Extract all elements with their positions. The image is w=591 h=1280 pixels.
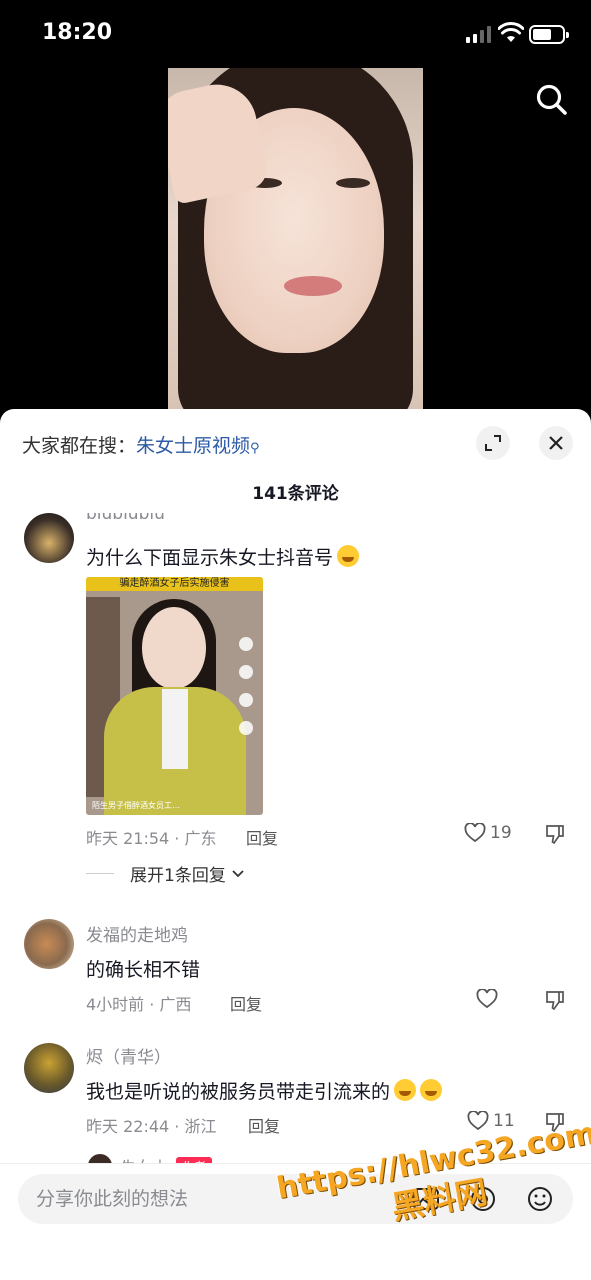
comment-username[interactable]: 烬（青华） xyxy=(86,1043,171,1068)
like-button[interactable]: 19 xyxy=(464,823,512,843)
avatar[interactable] xyxy=(24,513,74,563)
comment-text-body: 为什么下面显示朱女士抖音号 xyxy=(86,547,334,569)
next-comment-peek: 朱女士 作者 xyxy=(88,1154,213,1163)
dislike-icon[interactable] xyxy=(544,989,566,1011)
thumb-anchor-shirt xyxy=(162,689,188,769)
fullscreen-button[interactable] xyxy=(476,426,510,460)
comment-time-location: 昨天 21:54 · 广东 xyxy=(86,829,217,848)
close-button[interactable] xyxy=(539,426,573,460)
heart-icon xyxy=(464,823,486,843)
status-bar: 18:20 xyxy=(0,0,591,68)
like-count: 19 xyxy=(490,823,512,843)
close-icon xyxy=(549,436,563,450)
comment-text: 的确长相不错 xyxy=(86,959,201,981)
video-player[interactable] xyxy=(168,68,423,410)
hot-search-bar[interactable]: 大家都在搜：朱女士原视频⚲ xyxy=(22,431,260,458)
like-button[interactable]: 11 xyxy=(467,1111,515,1131)
comment-text: 为什么下面显示朱女士抖音号 xyxy=(86,543,360,570)
chevron-down-icon xyxy=(232,869,244,877)
comment-username[interactable]: biubiubiu xyxy=(86,513,165,525)
heart-icon xyxy=(467,1111,489,1131)
thumb-banner: 骗走醉酒女子后实施侵害 xyxy=(86,577,263,591)
expand-divider xyxy=(86,873,114,874)
comment-time-location: 4小时前 · 广西 xyxy=(86,995,192,1014)
like-count: 11 xyxy=(493,1111,515,1131)
avatar[interactable] xyxy=(24,919,74,969)
reply-button[interactable]: 回复 xyxy=(230,991,262,1015)
reply-button[interactable]: 回复 xyxy=(246,825,278,849)
like-button[interactable] xyxy=(476,989,498,1009)
status-time: 18:20 xyxy=(42,20,113,45)
expand-replies-button[interactable]: 展开1条回复 xyxy=(86,861,244,886)
battery-icon xyxy=(529,25,569,44)
avatar xyxy=(88,1154,112,1163)
expand-icon xyxy=(485,435,501,451)
laughing-crying-emoji-icon xyxy=(420,1079,443,1101)
comment-image-thumbnail[interactable]: 骗走醉酒女子后实施侵害 陌生男子借醉酒女员工… xyxy=(86,577,263,815)
comment-username: 朱女士 xyxy=(120,1154,168,1163)
hot-search-prefix: 大家都在搜： xyxy=(22,435,137,457)
search-icon[interactable] xyxy=(532,80,572,120)
expand-replies-label: 展开1条回复 xyxy=(130,866,226,886)
thumb-side-icons xyxy=(239,637,253,735)
comment-text-body: 我也是听说的被服务员带走引流来的 xyxy=(86,1081,391,1103)
cellular-signal-icon xyxy=(466,26,491,43)
reply-button[interactable]: 回复 xyxy=(248,1113,280,1137)
thumb-anchor-face xyxy=(142,607,206,689)
dislike-icon[interactable] xyxy=(544,823,566,845)
heart-icon xyxy=(476,989,498,1009)
comment-time-location: 昨天 22:44 · 浙江 xyxy=(86,1117,217,1136)
hot-search-keyword[interactable]: 朱女士原视频 xyxy=(136,435,250,457)
flushed-emoji-icon xyxy=(337,545,360,567)
comment-list[interactable]: biubiubiu 为什么下面显示朱女士抖音号 骗走醉酒女子后实施侵害 陌生男子… xyxy=(0,513,591,1163)
comment-username[interactable]: 发福的走地鸡 xyxy=(86,921,188,946)
wifi-icon xyxy=(498,22,524,42)
avatar[interactable] xyxy=(24,1043,74,1093)
comment-count: 141条评论 xyxy=(252,484,339,504)
search-small-icon: ⚲ xyxy=(250,441,260,456)
comment-text: 我也是听说的被服务员带走引流来的 xyxy=(86,1077,443,1104)
thumb-footer: 陌生男子借醉酒女员工… xyxy=(92,801,180,810)
laughing-crying-emoji-icon xyxy=(394,1079,417,1101)
video-lips xyxy=(284,276,342,296)
video-eye-right xyxy=(336,178,370,188)
